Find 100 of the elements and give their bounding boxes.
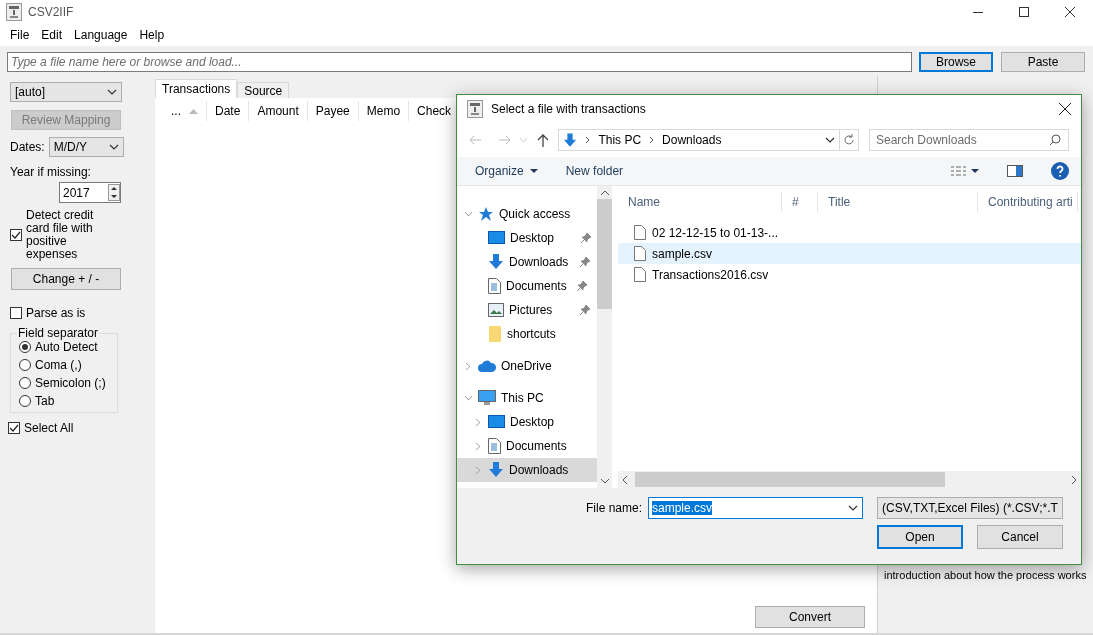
group-title: Field separator bbox=[17, 326, 100, 340]
cancel-button[interactable]: Cancel bbox=[977, 525, 1063, 549]
view-options-icon[interactable] bbox=[951, 166, 979, 176]
column-header[interactable]: Title bbox=[818, 192, 978, 212]
dialog-title: Select a file with transactions bbox=[491, 102, 646, 116]
menu-item[interactable]: Language bbox=[68, 28, 134, 42]
browse-button[interactable]: Browse bbox=[919, 52, 993, 72]
caret-icon bbox=[108, 144, 119, 150]
scroll-down-icon[interactable] bbox=[600, 479, 609, 484]
dates-dropdown[interactable]: M/D/Y bbox=[48, 137, 124, 157]
preview-pane-icon[interactable] bbox=[1007, 165, 1023, 177]
nav-item[interactable]: Documents bbox=[457, 274, 597, 298]
select-all-label: Select All bbox=[24, 421, 74, 435]
tab[interactable]: Source bbox=[237, 82, 290, 98]
column-header[interactable]: Payee bbox=[307, 101, 359, 121]
close-icon[interactable] bbox=[1065, 7, 1075, 17]
nav-item[interactable]: Downloads bbox=[457, 458, 597, 482]
folder-icon bbox=[488, 326, 502, 342]
file-name-label: File name: bbox=[585, 501, 642, 515]
file-row[interactable]: 02 12-12-15 to 01-13-... bbox=[618, 222, 1081, 243]
nav-item[interactable]: shortcuts bbox=[457, 322, 597, 346]
desktop-icon bbox=[488, 415, 505, 429]
maximize-icon[interactable] bbox=[1019, 7, 1029, 17]
scrollbar[interactable] bbox=[597, 186, 612, 488]
window-title: CSV2IIF bbox=[28, 5, 74, 19]
column-header[interactable]: Contributing arti bbox=[978, 192, 1078, 212]
parse-as-is-label: Parse as is bbox=[26, 306, 86, 320]
file-icon bbox=[634, 267, 646, 282]
close-icon[interactable] bbox=[1059, 103, 1071, 115]
file-path-field[interactable]: Type a file name here or browse and load... bbox=[7, 52, 912, 72]
tab[interactable]: Transactions bbox=[155, 79, 238, 98]
caret-icon bbox=[848, 505, 858, 511]
open-button[interactable]: Open bbox=[877, 525, 963, 549]
caret-icon bbox=[107, 89, 117, 95]
download-icon bbox=[488, 462, 504, 478]
file-name-field[interactable]: sample.csv bbox=[648, 497, 863, 519]
search-field[interactable]: Search Downloads bbox=[869, 129, 1069, 151]
nav-item[interactable]: Quick access bbox=[457, 202, 597, 226]
year-spinbox[interactable]: 2017 bbox=[59, 182, 121, 203]
minimize-icon[interactable] bbox=[973, 11, 983, 13]
nav-item[interactable]: Desktop bbox=[457, 226, 597, 250]
nav-item[interactable]: This PC bbox=[457, 386, 597, 410]
nav-item[interactable]: Downloads bbox=[457, 250, 597, 274]
download-icon bbox=[563, 132, 578, 148]
document-icon bbox=[488, 438, 501, 454]
radio-button[interactable] bbox=[19, 395, 31, 407]
radio-button[interactable] bbox=[19, 377, 31, 389]
format-dropdown[interactable]: [auto] bbox=[10, 82, 122, 102]
file-icon bbox=[634, 246, 646, 261]
file-type-dropdown[interactable]: (CSV,TXT,Excel Files) (*.CSV;*.T bbox=[877, 497, 1063, 519]
nav-item[interactable]: Desktop bbox=[457, 410, 597, 434]
scroll-left-icon[interactable] bbox=[622, 475, 627, 484]
detect-credit-label: Detect credit card file with positive expenses bbox=[26, 209, 95, 261]
menu-item[interactable]: Edit bbox=[35, 28, 69, 42]
menu-item[interactable]: File bbox=[4, 28, 36, 42]
breadcrumb-item[interactable]: This PC bbox=[598, 133, 642, 147]
checkbox[interactable] bbox=[10, 229, 22, 241]
help-icon[interactable] bbox=[1051, 162, 1069, 180]
column-header[interactable]: Name bbox=[618, 192, 782, 212]
toolbar-button[interactable]: New folder bbox=[565, 164, 624, 178]
dates-label: Dates: bbox=[10, 140, 45, 154]
change-sign-button[interactable]: Change + / - bbox=[11, 268, 121, 290]
toolbar-button[interactable]: Organize bbox=[475, 164, 538, 178]
column-header[interactable]: Amount bbox=[249, 101, 308, 121]
column-header[interactable]: ... bbox=[163, 101, 207, 121]
nav-item[interactable]: Documents bbox=[457, 434, 597, 458]
nav-item[interactable]: OneDrive bbox=[457, 354, 597, 378]
file-icon bbox=[634, 225, 646, 240]
caret-icon[interactable] bbox=[824, 137, 835, 143]
up-arrow-icon[interactable] bbox=[536, 133, 549, 147]
desktop-icon bbox=[488, 231, 505, 245]
address-bar[interactable]: This PC Downloads bbox=[558, 129, 840, 151]
checkbox[interactable] bbox=[10, 307, 22, 319]
app-icon bbox=[467, 100, 483, 118]
paste-button[interactable]: Paste bbox=[1001, 52, 1085, 72]
menu-item[interactable]: Help bbox=[133, 28, 171, 42]
column-header[interactable]: Memo bbox=[358, 101, 410, 121]
radio-label: Coma (,) bbox=[35, 358, 82, 372]
file-row[interactable]: sample.csv bbox=[618, 243, 1081, 264]
scrollbar[interactable] bbox=[618, 471, 1081, 488]
scroll-right-icon[interactable] bbox=[1072, 475, 1077, 484]
breadcrumb-item[interactable]: Downloads bbox=[662, 133, 722, 147]
checkbox[interactable] bbox=[8, 422, 20, 434]
nav-item[interactable]: Pictures bbox=[457, 298, 597, 322]
star-icon bbox=[478, 206, 494, 222]
search-icon bbox=[1049, 134, 1061, 146]
column-header[interactable]: Date bbox=[207, 101, 250, 121]
radio-label: Auto Detect bbox=[35, 340, 98, 354]
scroll-up-icon[interactable] bbox=[600, 190, 609, 195]
column-header[interactable]: # bbox=[782, 192, 818, 212]
file-row[interactable]: Transactions2016.csv bbox=[618, 264, 1081, 285]
chevron-right-icon bbox=[585, 136, 591, 144]
radio-label: Semicolon (;) bbox=[35, 376, 106, 390]
refresh-icon bbox=[842, 134, 855, 146]
picture-icon bbox=[488, 303, 504, 317]
document-icon bbox=[488, 278, 501, 294]
radio-button[interactable] bbox=[19, 359, 31, 371]
cloud-icon bbox=[478, 360, 496, 372]
convert-button[interactable]: Convert bbox=[755, 606, 865, 628]
radio-button[interactable] bbox=[19, 341, 31, 353]
